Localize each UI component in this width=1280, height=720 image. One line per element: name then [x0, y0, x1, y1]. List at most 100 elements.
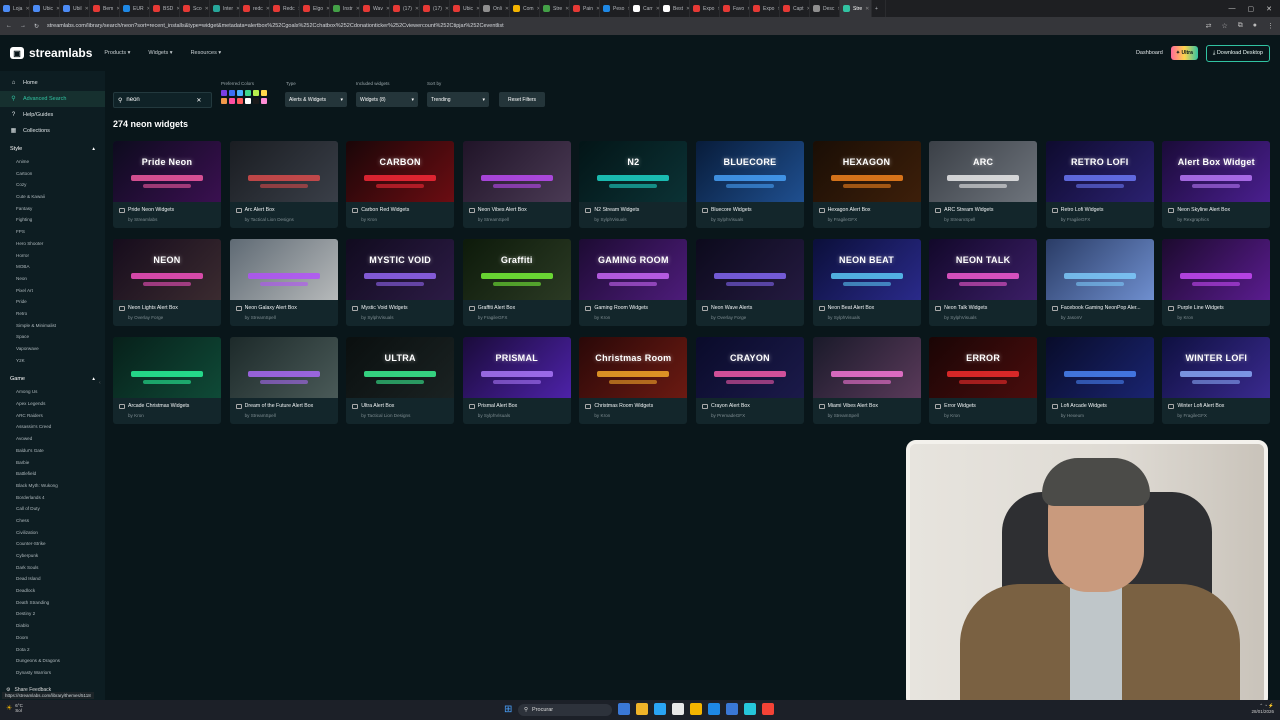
- download-desktop-button[interactable]: ⤓ Download Desktop: [1205, 44, 1270, 62]
- card-author[interactable]: by SylphVisuals: [585, 217, 681, 222]
- widget-thumbnail[interactable]: Christmas Room: [579, 337, 688, 398]
- browser-tab[interactable]: Ubic ✕: [30, 0, 60, 17]
- taskbar-app-icon[interactable]: [726, 703, 738, 715]
- card-title[interactable]: Neon Vibes Alert Box: [468, 207, 565, 213]
- color-swatch[interactable]: [245, 98, 251, 104]
- card-title[interactable]: Hexagon Alert Box: [818, 207, 915, 213]
- card-title[interactable]: Neon Beat Alert Box: [818, 305, 915, 311]
- card-author[interactable]: by SylphVisuals: [935, 315, 1031, 320]
- style-filter-item[interactable]: Pride: [0, 296, 105, 308]
- browser-tab[interactable]: Ubil ✕: [60, 0, 90, 17]
- browser-tab[interactable]: Carr ✕: [630, 0, 660, 17]
- browser-tab[interactable]: Expo✕: [690, 0, 720, 17]
- color-swatch[interactable]: [245, 90, 251, 96]
- widget-thumbnail[interactable]: N2: [579, 141, 688, 202]
- game-filter-item[interactable]: Baldur's Gate: [0, 445, 105, 457]
- style-filter-item[interactable]: Horror: [0, 250, 105, 262]
- browser-tab[interactable]: Redc✕: [270, 0, 300, 17]
- browser-tab[interactable]: Stre ✕: [540, 0, 570, 17]
- extensions-icon[interactable]: ⧉: [1238, 22, 1243, 30]
- search-box[interactable]: ⚲ ✕: [113, 92, 212, 108]
- bookmark-star-icon[interactable]: ☆: [1221, 22, 1227, 30]
- browser-tab[interactable]: Instr ✕: [330, 0, 360, 17]
- browser-tab[interactable]: Expo✕: [750, 0, 780, 17]
- game-filter-item[interactable]: Civilization: [0, 527, 105, 539]
- widget-card[interactable]: Arc Alert Box by Tactical Lion Designs: [229, 141, 338, 228]
- profile-icon[interactable]: ●: [1253, 22, 1257, 30]
- game-filter-item[interactable]: Dungeons & Dragons: [0, 655, 105, 667]
- game-filter-item[interactable]: Chess: [0, 515, 105, 527]
- widget-card[interactable]: NEON BEAT Neon Beat Alert Box by SylphVisu…: [812, 239, 921, 326]
- widget-thumbnail[interactable]: NEON BEAT: [812, 239, 921, 300]
- card-author[interactable]: by StreamSpell: [469, 217, 565, 222]
- nav-resources[interactable]: Resources ▾: [191, 50, 222, 56]
- widget-thumbnail[interactable]: [1045, 239, 1154, 300]
- browser-tab[interactable]: Best ✕: [660, 0, 690, 17]
- game-filter-item[interactable]: Dynasty Warriors: [0, 667, 105, 679]
- card-author[interactable]: by PremadeGFX: [702, 413, 798, 418]
- widget-thumbnail[interactable]: [229, 141, 338, 202]
- tab-close-icon[interactable]: ✕: [415, 6, 419, 12]
- card-author[interactable]: by FragileGFX: [469, 315, 565, 320]
- widget-thumbnail[interactable]: [695, 239, 804, 300]
- color-swatch[interactable]: [253, 98, 259, 104]
- widget-thumbnail[interactable]: RETRO LOFI: [1045, 141, 1154, 202]
- taskbar-app-icon[interactable]: [762, 703, 774, 715]
- ultra-button[interactable]: ✦ Ultra: [1170, 46, 1198, 60]
- widget-thumbnail[interactable]: [1045, 337, 1154, 398]
- sort-select[interactable]: Trending ▾: [427, 92, 489, 107]
- card-title[interactable]: N2 Stream Widgets: [585, 207, 681, 213]
- style-filter-item[interactable]: Neon: [0, 273, 105, 285]
- taskbar-app-icon[interactable]: [672, 703, 684, 715]
- style-filter-item[interactable]: Cute & Kawaii: [0, 191, 105, 203]
- taskbar-app-icon[interactable]: [654, 703, 666, 715]
- game-filter-item[interactable]: Doom: [0, 632, 105, 644]
- widget-thumbnail[interactable]: GAMING ROOM: [579, 239, 688, 300]
- style-filter-item[interactable]: Pixel Art: [0, 285, 105, 297]
- style-filter-item[interactable]: Retro: [0, 308, 105, 320]
- sidebar-item-collections[interactable]: ▦ Collections: [0, 123, 105, 139]
- color-swatch[interactable]: [261, 98, 267, 104]
- game-filter-item[interactable]: Battlefield: [0, 468, 105, 480]
- widget-card[interactable]: NEON TALK Neon Talk Widgets by SylphVisual…: [929, 239, 1038, 326]
- card-author[interactable]: by StreamSpell: [819, 413, 915, 418]
- widget-thumbnail[interactable]: NEON TALK: [929, 239, 1038, 300]
- browser-tab[interactable]: Sco ✕: [180, 0, 210, 17]
- widget-thumbnail[interactable]: ERROR: [929, 337, 1038, 398]
- color-swatch[interactable]: [237, 90, 243, 96]
- browser-tab[interactable]: Com✕: [510, 0, 540, 17]
- streamlabs-logo[interactable]: ▣ streamlabs: [10, 46, 92, 60]
- browser-tab[interactable]: Peso✕: [600, 0, 630, 17]
- browser-tab[interactable]: Stre ✕: [840, 0, 872, 17]
- card-author[interactable]: by FragileGFX: [1168, 413, 1264, 418]
- game-filter-item[interactable]: Destiny 2: [0, 608, 105, 620]
- widget-thumbnail[interactable]: [229, 337, 338, 398]
- clear-search-icon[interactable]: ✕: [196, 97, 201, 104]
- widget-card[interactable]: Dream of the Future Alert Box by StreamSp…: [229, 337, 338, 424]
- card-title[interactable]: Carbon Red Widgets: [352, 207, 448, 213]
- game-section-header[interactable]: Game ▴: [0, 372, 105, 386]
- card-author[interactable]: by Kron: [352, 217, 448, 222]
- widget-card[interactable]: CARBON Carbon Red Widgets by Kron: [346, 141, 455, 228]
- card-title[interactable]: Lofi Arcade Widgets: [1051, 403, 1148, 409]
- card-author[interactable]: by Overlay Forge: [702, 315, 798, 320]
- tab-close-icon[interactable]: ✕: [865, 6, 869, 12]
- color-swatch[interactable]: [261, 90, 267, 96]
- card-author[interactable]: by SylphVisuals: [469, 413, 565, 418]
- color-swatch[interactable]: [229, 98, 235, 104]
- card-title[interactable]: Miami Vibes Alert Box: [818, 403, 915, 409]
- browser-tab[interactable]: Elgo ✕: [300, 0, 330, 17]
- browser-tab[interactable]: Pain ✕: [570, 0, 600, 17]
- card-author[interactable]: by SylphVisuals: [352, 315, 448, 320]
- card-author[interactable]: by Tactical Lion Designs: [236, 217, 332, 222]
- widget-thumbnail[interactable]: Graffiti: [462, 239, 571, 300]
- card-title[interactable]: Neon Galaxy Alert Box: [235, 305, 332, 311]
- widget-card[interactable]: NEON Neon Lights Alert Box by Overlay Forg…: [113, 239, 221, 326]
- card-author[interactable]: by SylphVisuals: [819, 315, 915, 320]
- style-filter-item[interactable]: Hero Shooter: [0, 238, 105, 250]
- style-filter-item[interactable]: Anime: [0, 156, 105, 168]
- widget-thumbnail[interactable]: MYSTIC VOID: [346, 239, 455, 300]
- widget-card[interactable]: Lofi Arcade Widgets by Hexeum: [1045, 337, 1154, 424]
- card-author[interactable]: by Kron: [935, 413, 1031, 418]
- game-filter-item[interactable]: Assassin's Creed: [0, 421, 105, 433]
